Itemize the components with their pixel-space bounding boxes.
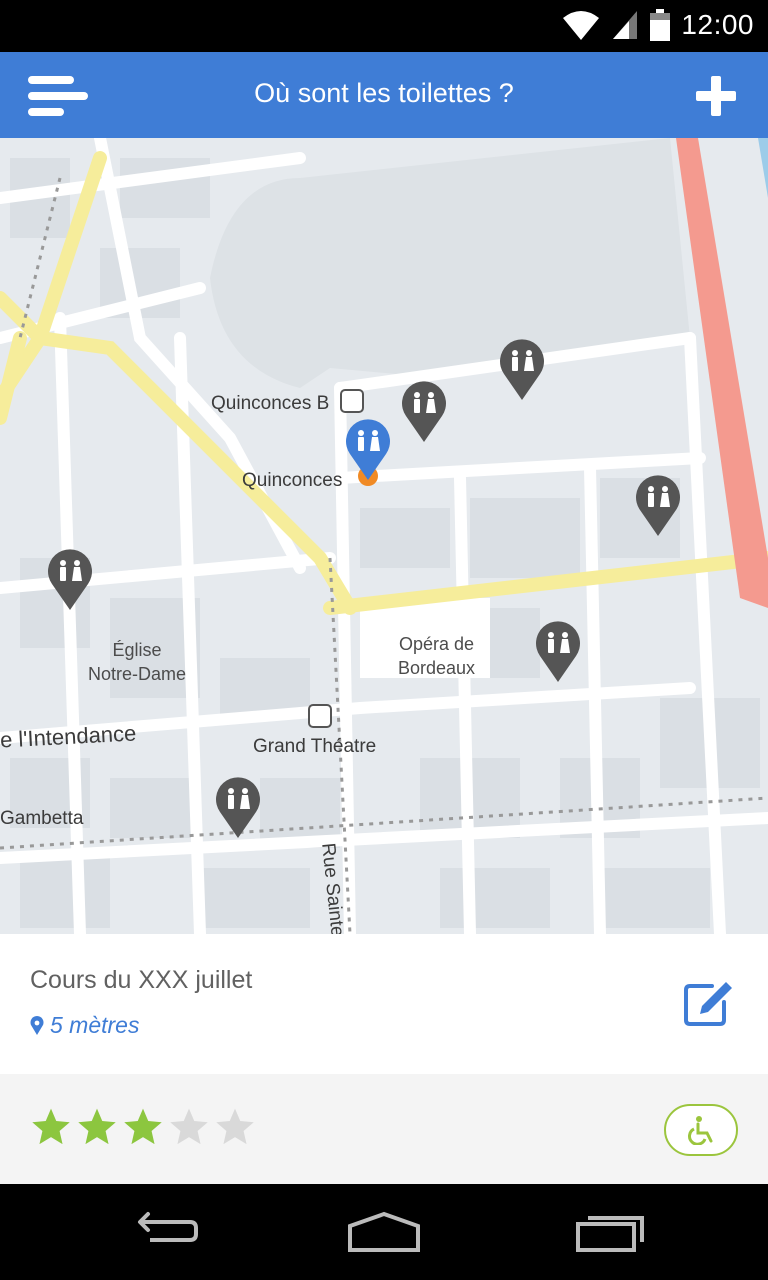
toilet-pin-icon: [216, 777, 260, 838]
distance-text: 5 mètres: [50, 1012, 140, 1038]
map-label-opera: Opéra de Bordeaux: [398, 634, 476, 678]
home-button[interactable]: [344, 1208, 424, 1256]
star-rating: [30, 1106, 256, 1148]
map-label-quinconces: Quinconces: [242, 470, 343, 491]
toilet-pin-icon: [48, 549, 92, 610]
toilet-info-panel: Cours du XXX juillet 5 mètres: [0, 934, 768, 1074]
star-empty-icon[interactable]: [214, 1106, 256, 1148]
toilet-pin-selected-icon: [346, 419, 390, 480]
recent-apps-button[interactable]: [572, 1208, 652, 1256]
location-pin-icon: [30, 1015, 44, 1035]
map-label-quinconces-b: Quinconces B: [211, 393, 330, 414]
map-label-eglise-notre-dame: Église Notre-Dame: [88, 640, 187, 684]
wheelchair-icon: [688, 1116, 713, 1145]
edit-button[interactable]: [682, 980, 738, 1028]
rating-bar: [0, 1074, 768, 1184]
toilet-pin[interactable]: [46, 548, 94, 612]
status-time: 12:00: [681, 9, 754, 40]
toilet-pin[interactable]: [214, 776, 262, 840]
battery-icon: [650, 9, 671, 41]
toilet-pin-icon: [636, 475, 680, 536]
toilet-pin[interactable]: [534, 620, 582, 684]
star-filled-icon[interactable]: [76, 1106, 118, 1148]
toilet-pin-icon: [500, 339, 544, 400]
recent-apps-icon: [576, 1216, 644, 1252]
star-filled-icon[interactable]: [30, 1106, 72, 1148]
page-title: Où sont les toilettes ?: [254, 78, 514, 108]
star-empty-icon[interactable]: [168, 1106, 210, 1148]
add-toilet-button[interactable]: [694, 74, 738, 118]
toilet-address: Cours du XXX juillet: [30, 966, 253, 994]
accessibility-button[interactable]: [664, 1104, 738, 1156]
system-nav-bar: [0, 1184, 768, 1280]
toilet-pin-selected[interactable]: [344, 418, 392, 482]
toilet-pin[interactable]: [634, 474, 682, 538]
map-label-gambetta: Gambetta: [0, 808, 84, 829]
wifi-icon: [563, 11, 600, 40]
map-view[interactable]: Quinconces B Quinconces Église Notre-Dam…: [0, 138, 768, 934]
back-icon: [138, 1212, 198, 1242]
toilet-pin[interactable]: [498, 338, 546, 402]
back-button[interactable]: [120, 1208, 200, 1256]
cell-signal-icon: [613, 11, 638, 39]
toilet-pin[interactable]: [400, 380, 448, 444]
status-bar: 12:00: [0, 0, 768, 52]
toilet-pin-icon: [402, 381, 446, 442]
map-label-grand-theatre: Grand Théatre: [253, 736, 377, 757]
toilet-pin-icon: [536, 621, 580, 682]
toilet-distance: 5 mètres: [30, 1012, 139, 1039]
plus-icon: [696, 76, 736, 116]
home-icon: [348, 1211, 420, 1252]
star-filled-icon[interactable]: [122, 1106, 164, 1148]
app-bar: Où sont les toilettes ?: [0, 52, 768, 138]
status-icons: 12:00: [561, 8, 754, 42]
edit-icon: [684, 982, 732, 1026]
